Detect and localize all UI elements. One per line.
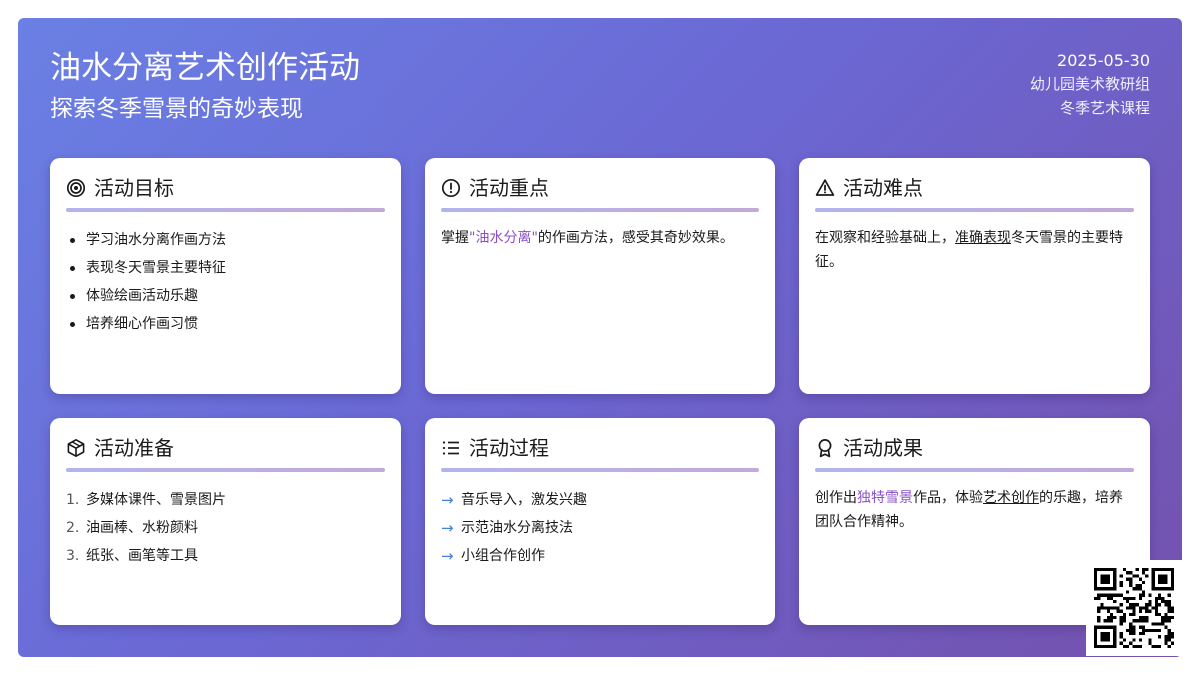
list-number: 2.: [66, 520, 80, 536]
list-item-label: 油画棒、水粉颜料: [86, 520, 198, 536]
prep-list: 1. 多媒体课件、雪景图片 2. 油画棒、水粉颜料 3. 纸张、画笔等工具: [66, 486, 385, 570]
result-text: 创作出独特雪景作品，体验艺术创作的乐趣，培养团队合作精神。: [815, 486, 1134, 534]
card-goals-divider: [66, 208, 385, 212]
card-process-header: 活动过程: [441, 434, 759, 462]
card-goals-header: 活动目标: [66, 174, 385, 202]
card-focus-header: 活动重点: [441, 174, 759, 202]
card-difficulty-title: 活动难点: [843, 176, 923, 200]
card-focus-title: 活动重点: [469, 176, 549, 200]
card-prep: 活动准备 1. 多媒体课件、雪景图片 2. 油画棒、水粉颜料 3. 纸张、画笔等工具: [50, 418, 401, 625]
list-icon: [442, 441, 459, 455]
qr-code: [1086, 560, 1182, 656]
difficulty-text: 在观察和经验基础上，准确表现冬天雪景的主要特征。: [815, 226, 1134, 274]
card-prep-title: 活动准备: [94, 436, 174, 460]
card-difficulty: 活动难点 在观察和经验基础上，准确表现冬天雪景的主要特征。: [799, 158, 1150, 394]
card-prep-divider: [66, 468, 385, 472]
card-process-title: 活动过程: [469, 436, 549, 460]
header-left: 油水分离艺术创作活动 探索冬季雪景的奇妙表现: [50, 50, 360, 124]
list-item: 培养细心作画习惯: [66, 310, 385, 338]
focus-highlight: "油水分离": [469, 230, 538, 246]
card-goals-title: 活动目标: [94, 176, 174, 200]
list-item: 3. 纸张、画笔等工具: [66, 542, 385, 570]
list-number: 1.: [66, 492, 80, 508]
result-text-start: 创作出: [815, 490, 857, 506]
award-icon: [818, 439, 832, 458]
list-item: → 小组合作创作: [441, 542, 759, 570]
header-meta: 2025-05-30 幼儿园美术教研组 冬季艺术课程: [1030, 50, 1150, 120]
result-text-mid: 作品，体验: [913, 490, 983, 506]
arrow-right-icon: →: [441, 547, 454, 565]
list-item: 学习油水分离作画方法: [66, 226, 385, 254]
card-process: 活动过程 → 音乐导入，激发兴趣 → 示范油水分离技法 → 小组合作创作: [425, 418, 775, 625]
card-prep-header: 活动准备: [66, 434, 385, 462]
list-number: 3.: [66, 548, 80, 564]
goals-list: 学习油水分离作画方法 表现冬天雪景主要特征 体验绘画活动乐趣 培养细心作画习惯: [66, 226, 385, 338]
card-result-title: 活动成果: [843, 436, 923, 460]
card-difficulty-header: 活动难点: [815, 174, 1134, 202]
list-item-label: 纸张、画笔等工具: [86, 548, 198, 564]
result-highlight: 独特雪景: [857, 490, 913, 506]
target-icon: [66, 178, 86, 198]
list-item: 表现冬天雪景主要特征: [66, 254, 385, 282]
course-label: 冬季艺术课程: [1059, 99, 1150, 117]
card-result-header: 活动成果: [815, 434, 1134, 462]
group-label: 幼儿园美术教研组: [1029, 75, 1150, 93]
card-focus-divider: [441, 208, 759, 212]
list-item: → 音乐导入，激发兴趣: [441, 486, 759, 514]
card-result-divider: [815, 468, 1134, 472]
date-label: 2025-05-30: [1057, 51, 1150, 70]
slide-background: 油水分离艺术创作活动 探索冬季雪景的奇妙表现 2025-05-30 幼儿园美术教…: [18, 18, 1182, 657]
list-item-label: 小组合作创作: [461, 548, 545, 564]
alert-circle-icon: [441, 178, 461, 198]
focus-text: 掌握"油水分离"的作画方法，感受其奇妙效果。: [441, 226, 759, 250]
page-subtitle: 探索冬季雪景的奇妙表现: [50, 96, 303, 122]
card-goals: 活动目标 学习油水分离作画方法 表现冬天雪景主要特征 体验绘画活动乐趣 培养细心…: [50, 158, 401, 394]
warning-triangle-icon: [815, 179, 835, 196]
card-process-divider: [441, 468, 759, 472]
list-item: 体验绘画活动乐趣: [66, 282, 385, 310]
list-item: 1. 多媒体课件、雪景图片: [66, 486, 385, 514]
list-item-label: 音乐导入，激发兴趣: [461, 492, 587, 508]
result-underline: 艺术创作: [983, 490, 1039, 506]
list-item: 2. 油画棒、水粉颜料: [66, 514, 385, 542]
box-icon: [67, 439, 85, 457]
list-item-label: 示范油水分离技法: [461, 520, 573, 536]
card-difficulty-divider: [815, 208, 1134, 212]
process-list: → 音乐导入，激发兴趣 → 示范油水分离技法 → 小组合作创作: [441, 486, 759, 570]
page-title: 油水分离艺术创作活动: [50, 50, 360, 86]
list-item-label: 多媒体课件、雪景图片: [86, 492, 226, 508]
focus-text-start: 掌握: [441, 230, 469, 246]
difficulty-text-start: 在观察和经验基础上，: [815, 230, 955, 246]
arrow-right-icon: →: [441, 491, 454, 509]
difficulty-underline: 准确表现: [955, 230, 1011, 246]
focus-text-end: 的作画方法，感受其奇妙效果。: [537, 230, 734, 246]
arrow-right-icon: →: [441, 519, 454, 537]
qr-code-icon: [1094, 568, 1174, 648]
card-focus: 活动重点 掌握"油水分离"的作画方法，感受其奇妙效果。: [425, 158, 775, 394]
list-item: → 示范油水分离技法: [441, 514, 759, 542]
